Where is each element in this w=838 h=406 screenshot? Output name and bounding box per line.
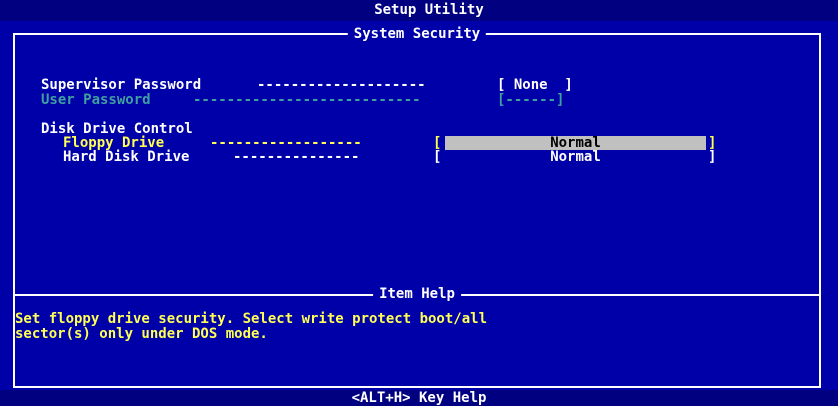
- hard-disk-drive-close-bracket: ]: [708, 149, 717, 165]
- key-help-bar: <ALT+H> Key Help: [0, 390, 838, 406]
- supervisor-password-value[interactable]: [ None ]: [497, 78, 573, 93]
- supervisor-password-label[interactable]: Supervisor Password: [41, 78, 201, 93]
- key-help-hint[interactable]: <ALT+H> Key Help: [352, 390, 487, 406]
- panel-title: System Security: [347, 26, 487, 42]
- main-panel: System Security Supervisor Password ----…: [0, 21, 838, 390]
- hard-disk-drive-label[interactable]: Hard Disk Drive: [63, 150, 189, 165]
- item-help-title: Item Help: [373, 286, 461, 302]
- hard-disk-drive-open-bracket: [: [433, 149, 442, 165]
- title-bar: Setup Utility: [0, 0, 838, 21]
- app-title: Setup Utility: [374, 2, 484, 18]
- bios-screen: Setup Utility System Security Supervisor…: [0, 0, 838, 406]
- hard-disk-drive-value[interactable]: Normal: [445, 150, 706, 165]
- user-password-dashes: ---------------------------: [193, 92, 421, 108]
- user-password-label: User Password: [41, 92, 151, 108]
- user-password-value: [------]: [497, 92, 565, 108]
- help-text-line2: sector(s) only under DOS mode.: [15, 326, 268, 342]
- hard-disk-drive-dashes: ---------------: [233, 149, 360, 165]
- supervisor-password-dashes: --------------------: [257, 77, 426, 93]
- help-text-line1: Set floppy drive security. Select write …: [15, 311, 488, 327]
- panel-frame: System Security Supervisor Password ----…: [13, 26, 821, 388]
